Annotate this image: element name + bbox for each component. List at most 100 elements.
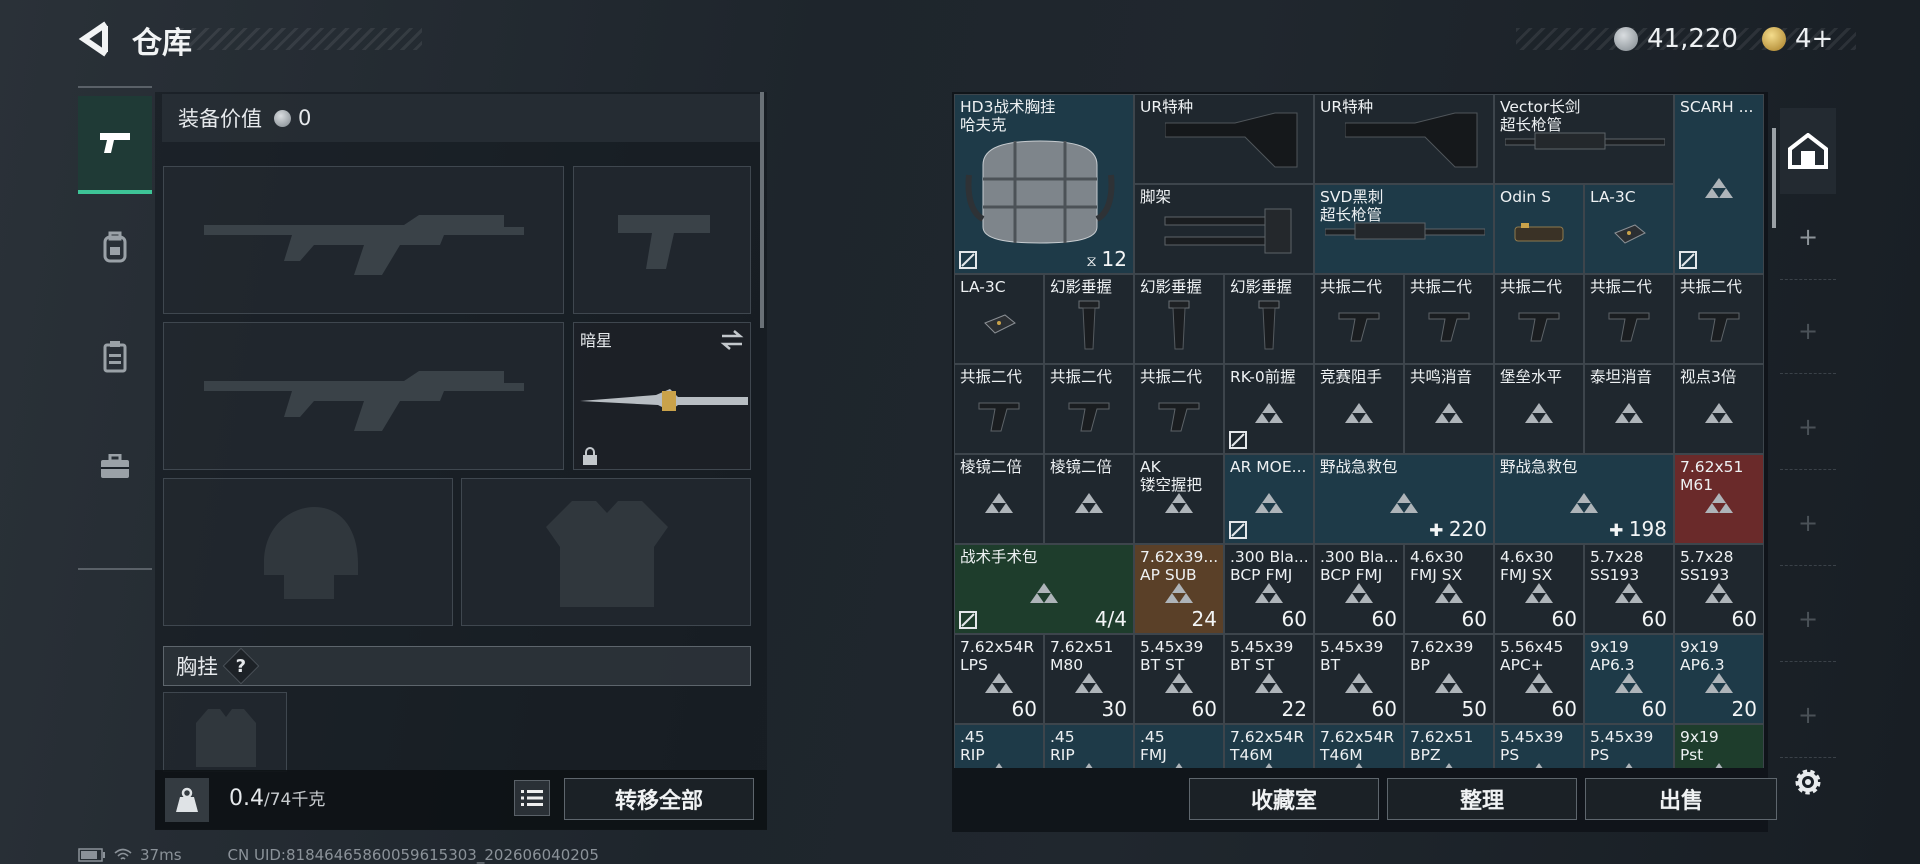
grid-item[interactable]: SCARH ...	[1674, 94, 1764, 274]
equipment-scrollbar[interactable]	[760, 92, 764, 328]
grid-item[interactable]: 7.62x54R T46M	[1224, 724, 1314, 768]
grid-item[interactable]: 棱镜二倍	[954, 454, 1044, 544]
grid-item[interactable]: Vector长剑 超长枪管	[1494, 94, 1674, 184]
melee-slot[interactable]: 暗星	[573, 322, 751, 470]
tab-toolbox[interactable]	[78, 418, 152, 516]
pistol-slot[interactable]	[573, 166, 751, 314]
grid-item[interactable]: 棱镜二倍	[1044, 454, 1134, 544]
grid-item[interactable]: 共振二代	[1404, 274, 1494, 364]
grid-item[interactable]: UR特种	[1134, 94, 1314, 184]
locked-tab[interactable]: +	[1780, 384, 1836, 470]
item-count: 60	[1462, 607, 1487, 631]
grid-item[interactable]: 共振二代	[1314, 274, 1404, 364]
grid-item[interactable]: 共振二代	[1494, 274, 1584, 364]
locked-tab[interactable]: +	[1780, 288, 1836, 374]
grid-item[interactable]: 9x19 AP6.3 20	[1674, 634, 1764, 724]
grid-item[interactable]: 5.45x39 PS	[1584, 724, 1674, 768]
grid-scrollbar[interactable]	[1772, 128, 1776, 228]
primary-weapon-slot[interactable]	[163, 166, 564, 314]
tab-warehouse-main[interactable]	[1780, 108, 1836, 194]
item-count: ✚ 220	[1429, 517, 1487, 541]
tab-weapons[interactable]	[78, 96, 152, 194]
currency-tokens[interactable]: 4+	[1762, 20, 1833, 58]
grid-item[interactable]: .300 Bla... BCP FMJ 60	[1224, 544, 1314, 634]
grid-item[interactable]: 7.62x51 BPZ	[1404, 724, 1494, 768]
locked-tab[interactable]: +	[1780, 480, 1836, 566]
grid-item[interactable]: 5.7x28 SS193 60	[1584, 544, 1674, 634]
grid-item[interactable]: .45 RIP	[954, 724, 1044, 768]
helmet-slot[interactable]	[163, 478, 453, 626]
grid-item[interactable]: 5.56x45 APC+ 60	[1494, 634, 1584, 724]
grid-item[interactable]: 7.62x39... AP SUB 24	[1134, 544, 1224, 634]
grid-item[interactable]: 7.62x51 M61	[1674, 454, 1764, 544]
grid-item[interactable]: 7.62x54R LPS 60	[954, 634, 1044, 724]
grid-item[interactable]: RK-0前握	[1224, 364, 1314, 454]
back-button[interactable]	[78, 20, 112, 58]
grid-item[interactable]: UR特种	[1314, 94, 1494, 184]
grid-item[interactable]: 泰坦消音	[1584, 364, 1674, 454]
grid-item[interactable]: 战术手术包 4/4	[954, 544, 1134, 634]
grid-item[interactable]: HD3战术胸挂 哈夫克 ⧖ 12	[954, 94, 1134, 274]
grid-item[interactable]: 共鸣消音	[1404, 364, 1494, 454]
help-icon[interactable]: ?	[222, 647, 260, 685]
bandolier-slot[interactable]	[163, 692, 287, 772]
grid-item[interactable]: 共振二代	[1044, 364, 1134, 454]
grid-item[interactable]: Odin S	[1494, 184, 1584, 274]
swap-icon[interactable]	[720, 329, 744, 351]
armor-slot[interactable]	[461, 478, 751, 626]
tab-vest[interactable]	[78, 308, 152, 406]
item-name: 共振二代	[1590, 278, 1653, 296]
grid-item[interactable]: .45 FMJ	[1134, 724, 1224, 768]
list-view-button[interactable]	[514, 780, 550, 816]
grid-item[interactable]: 幻影垂握	[1044, 274, 1134, 364]
grid-item[interactable]: .45 RIP	[1044, 724, 1134, 768]
grid-item[interactable]: 9x19 Pst	[1674, 724, 1764, 768]
grid-item[interactable]: 4.6x30 FMJ SX 60	[1494, 544, 1584, 634]
item-image-icon	[1164, 208, 1292, 254]
grid-item[interactable]: 7.62x54R T46M	[1314, 724, 1404, 768]
grid-item[interactable]: 幻影垂握	[1134, 274, 1224, 364]
unidentified-item-icon	[1390, 493, 1418, 513]
grid-item[interactable]: 视点3倍	[1674, 364, 1764, 454]
grid-item[interactable]: AR MOE...	[1224, 454, 1314, 544]
grid-item[interactable]: 5.7x28 SS193 60	[1674, 544, 1764, 634]
grid-item[interactable]: 9x19 AP6.3 60	[1584, 634, 1674, 724]
collection-button[interactable]: 收藏室	[1189, 778, 1379, 820]
grid-item[interactable]: LA-3C	[1584, 184, 1674, 274]
locked-tab[interactable]: +	[1780, 672, 1836, 758]
grid-item[interactable]: 7.62x39 BP 50	[1404, 634, 1494, 724]
grid-item[interactable]: AK 镂空握把	[1134, 454, 1224, 544]
grid-item[interactable]: SVD黑刺 超长枪管	[1314, 184, 1494, 274]
settings-button[interactable]	[1790, 764, 1826, 800]
item-image-icon	[965, 140, 1115, 244]
grid-item[interactable]: 5.45x39 BT 60	[1314, 634, 1404, 724]
grid-item[interactable]: 脚架	[1134, 184, 1314, 274]
grid-item[interactable]: 野战急救包 ✚ 220	[1314, 454, 1494, 544]
grid-item[interactable]: 共振二代	[954, 364, 1044, 454]
tab-backpack[interactable]	[78, 198, 152, 296]
vest-silhouette-icon	[196, 709, 256, 767]
warehouse-tabs: + + + + + +	[1780, 108, 1836, 758]
add-tab-button[interactable]: +	[1780, 194, 1836, 280]
grid-item[interactable]: 5.45x39 BT ST 60	[1134, 634, 1224, 724]
item-name: 共振二代	[960, 368, 1023, 386]
secondary-weapon-slot[interactable]	[163, 322, 564, 470]
locked-tab[interactable]: +	[1780, 576, 1836, 662]
item-image-icon	[984, 314, 1016, 334]
grid-item[interactable]: 5.45x39 PS	[1494, 724, 1584, 768]
transfer-all-button[interactable]: 转移全部	[564, 778, 754, 820]
grid-item[interactable]: 幻影垂握	[1224, 274, 1314, 364]
grid-item[interactable]: LA-3C	[954, 274, 1044, 364]
grid-item[interactable]: 共振二代	[1674, 274, 1764, 364]
grid-item[interactable]: 4.6x30 FMJ SX 60	[1404, 544, 1494, 634]
grid-item[interactable]: 5.45x39 BT ST 22	[1224, 634, 1314, 724]
grid-item[interactable]: 共振二代	[1584, 274, 1674, 364]
grid-item[interactable]: 共振二代	[1134, 364, 1224, 454]
grid-item[interactable]: 7.62x51 M80 30	[1044, 634, 1134, 724]
grid-item[interactable]: 竞赛阻手	[1314, 364, 1404, 454]
grid-item[interactable]: .300 Bla... BCP FMJ 60	[1314, 544, 1404, 634]
grid-item[interactable]: 野战急救包 ✚ 198	[1494, 454, 1674, 544]
sort-button[interactable]: 整理	[1387, 778, 1577, 820]
sell-button[interactable]: 出售	[1585, 778, 1777, 820]
grid-item[interactable]: 堡垒水平	[1494, 364, 1584, 454]
